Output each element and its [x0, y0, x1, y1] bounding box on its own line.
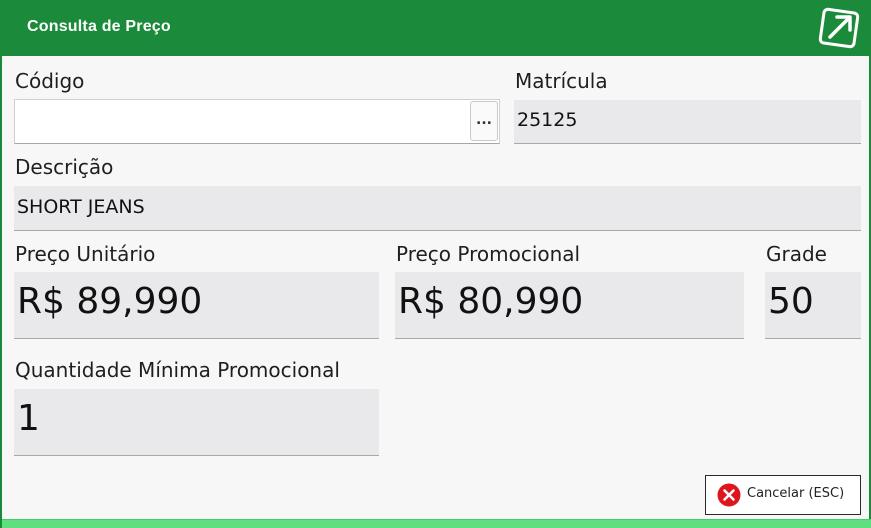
grade-field[interactable]: 50: [765, 272, 861, 339]
open-external-arrow-icon[interactable]: [816, 5, 862, 51]
cancel-button[interactable]: Cancelar (ESC): [705, 475, 861, 515]
descricao-label: Descrição: [15, 155, 114, 179]
price-lookup-dialog: Consulta de Preço Código ... Matrícula 2…: [0, 0, 871, 528]
preco-promocional-field[interactable]: R$ 80,990: [395, 272, 744, 339]
codigo-label: Código: [15, 69, 85, 93]
bottom-status-bar: [2, 519, 871, 528]
browse-codigo-button[interactable]: ...: [470, 101, 498, 141]
preco-unitario-label: Preço Unitário: [15, 242, 156, 266]
descricao-field[interactable]: SHORT JEANS: [14, 186, 861, 231]
title-bar: Consulta de Preço: [2, 0, 871, 56]
close-circle-icon: [717, 483, 741, 507]
preco-unitario-field[interactable]: R$ 89,990: [14, 272, 379, 339]
matricula-field[interactable]: 25125: [514, 100, 861, 144]
window-title: Consulta de Preço: [27, 18, 171, 35]
codigo-input[interactable]: [14, 99, 500, 144]
qtd-min-promocional-field[interactable]: 1: [14, 389, 379, 456]
cancel-button-label: Cancelar (ESC): [747, 486, 845, 501]
preco-promocional-label: Preço Promocional: [396, 242, 581, 266]
qtd-min-promocional-label: Quantidade Mínima Promocional: [15, 358, 340, 382]
matricula-label: Matrícula: [515, 69, 608, 93]
grade-label: Grade: [766, 242, 827, 266]
